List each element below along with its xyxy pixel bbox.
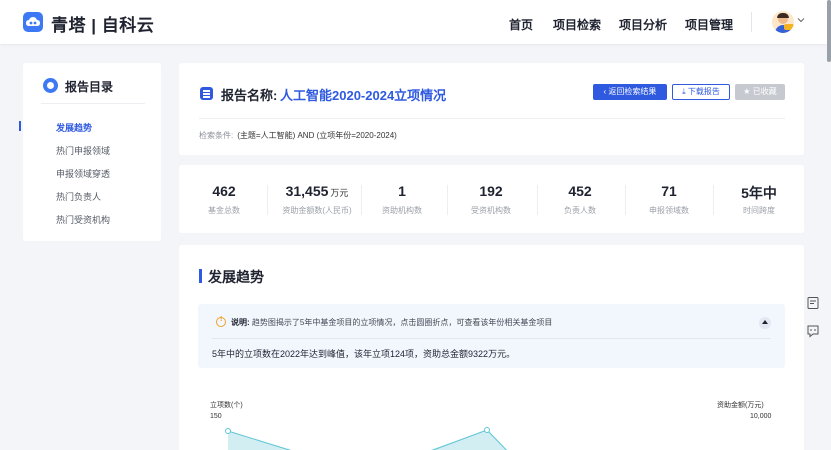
toc-item-hot-leaders[interactable]: 热门负责人 xyxy=(56,190,101,203)
section-marker xyxy=(199,269,202,283)
collapse-toggle-icon[interactable] xyxy=(759,317,771,329)
stats-card: 462 基金总数 31,455 万元 资助金额数(人民币) 1 资助机构数 192… xyxy=(179,165,804,233)
toc-divider xyxy=(41,103,145,104)
top-header: 青塔 | 自科云 首页 项目检索 项目分析 项目管理 xyxy=(0,0,831,44)
note-description: 趋势图揭示了5年中基金项目的立项情况，点击圆圈折点，可查看该年份相关基金项目 xyxy=(251,318,553,327)
chart-area-fill xyxy=(228,430,507,450)
cloud-logo-icon[interactable] xyxy=(23,12,43,32)
report-name: 人工智能2020-2024立项情况 xyxy=(280,88,447,103)
y-axis-title: 立项数(个) xyxy=(210,402,243,409)
trend-title: 发展趋势 xyxy=(208,269,264,285)
search-condition: 检索条件: (主题=人工智能) AND (立项年份=2020-2024) xyxy=(199,130,397,141)
search-condition-value: (主题=人工智能) AND (立项年份=2020-2024) xyxy=(237,131,397,140)
toc-icon xyxy=(43,78,58,93)
search-condition-label: 检索条件: xyxy=(199,131,234,140)
toc-title: 报告目录 xyxy=(65,80,114,94)
y2-axis-tick: 10,000 xyxy=(750,413,772,420)
download-report-button[interactable]: ⤓ 下载报告 xyxy=(672,84,730,100)
toc-item-trend[interactable]: 发展趋势 xyxy=(56,121,92,134)
trend-summary: 5年中的立项数在2022年达到峰值，该年立项124项，资助总金额9322万元。 xyxy=(212,349,516,359)
nav-project-analysis[interactable]: 项目分析 xyxy=(619,16,667,33)
report-header-card: 报告名称: 人工智能2020-2024立项情况 ‹ 返回检索结果 ⤓ 下载报告 … xyxy=(179,63,804,155)
note-text: 说明: 趋势图揭示了5年中基金项目的立项情况，点击圆圈折点，可查看该年份相关基金… xyxy=(231,317,552,328)
trend-card: 发展趋势 说明: 趋势图揭示了5年中基金项目的立项情况，点击圆圈折点，可查看该年… xyxy=(179,245,804,450)
brand-name[interactable]: 青塔 | 自科云 xyxy=(51,11,154,36)
chart-point[interactable] xyxy=(225,428,231,434)
note-label: 说明: xyxy=(231,318,250,327)
y-axis-tick: 150 xyxy=(210,413,222,420)
report-icon xyxy=(200,87,213,100)
nav-divider xyxy=(751,12,752,32)
trend-note: 说明: 趋势图揭示了5年中基金项目的立项情况，点击圆圈折点，可查看该年份相关基金… xyxy=(198,304,785,368)
trend-chart xyxy=(225,427,508,450)
y2-axis-title: 资助金额(万元) xyxy=(717,402,764,409)
nav-project-search[interactable]: 项目检索 xyxy=(553,16,601,33)
toc-item-hot-fields[interactable]: 热门申报领域 xyxy=(56,144,110,157)
toc-item-hot-institutions[interactable]: 热门受资机构 xyxy=(56,213,110,226)
report-name-label: 报告名称: xyxy=(221,88,278,103)
nav-project-management[interactable]: 项目管理 xyxy=(685,16,733,33)
feedback-form-icon[interactable] xyxy=(800,290,826,316)
toc-active-marker xyxy=(19,121,21,131)
user-avatar[interactable] xyxy=(772,11,794,33)
back-to-results-button[interactable]: ‹ 返回检索结果 xyxy=(593,84,667,100)
note-divider xyxy=(212,338,771,339)
report-divider xyxy=(199,118,785,119)
nav-home[interactable]: 首页 xyxy=(509,16,533,33)
toc-item-field-penetration[interactable]: 申报领域穿透 xyxy=(56,167,110,180)
star-icon: ★ xyxy=(743,87,753,96)
chevron-down-icon[interactable] xyxy=(797,16,805,24)
page-scrollbar[interactable] xyxy=(827,0,831,62)
collected-button[interactable]: ★ 已收藏 xyxy=(735,84,785,100)
chat-icon[interactable] xyxy=(800,318,826,344)
chart-point[interactable] xyxy=(484,427,490,433)
info-icon xyxy=(216,316,226,327)
